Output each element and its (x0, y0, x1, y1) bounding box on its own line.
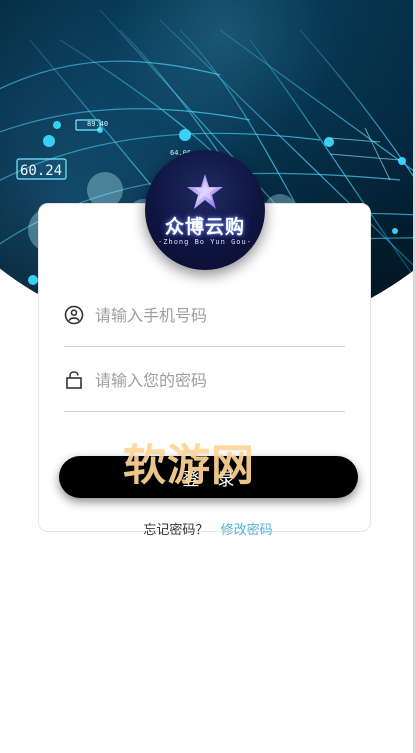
hero-mini-label-1: 89.40 (87, 120, 108, 128)
phone-input[interactable] (95, 301, 335, 329)
password-field-row (64, 348, 345, 412)
brand-title: 众博云购 (164, 216, 245, 238)
phone-field-row (64, 283, 345, 347)
login-screen: 60.24 89.40 64.06 众博云购 -Zhong Bo Yun Gou… (0, 0, 416, 753)
star-logo-icon (187, 174, 223, 209)
hero-value-label: 60.24 (20, 163, 62, 179)
password-input[interactable] (95, 366, 335, 394)
user-icon (64, 305, 84, 325)
forgot-password-text: 忘记密码？ (143, 523, 209, 538)
brand-subtitle: -Zhong Bo Yun Gou- (158, 238, 252, 246)
lock-icon (66, 371, 82, 389)
login-button[interactable]: 登录 (59, 456, 358, 498)
modify-password-link[interactable]: 修改密码 (221, 523, 273, 538)
forgot-password-row: 忘记密码？ 修改密码 (0, 519, 416, 538)
brand-logo: 众博云购 -Zhong Bo Yun Gou- (145, 150, 265, 270)
